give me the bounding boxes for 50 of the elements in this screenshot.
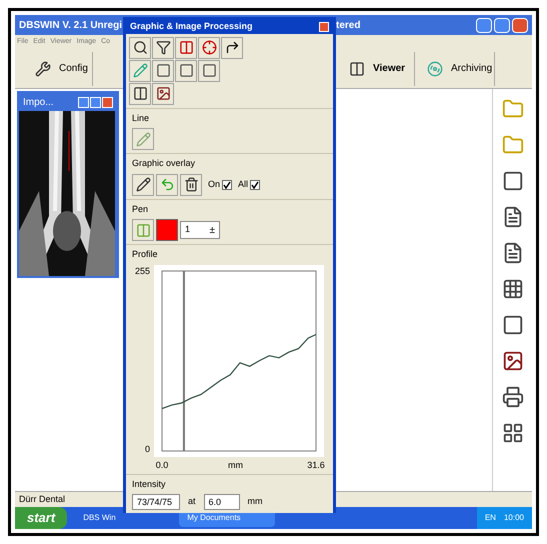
frame-icon[interactable]	[175, 60, 197, 82]
window-title: Impo...	[23, 96, 54, 110]
wrench-icon	[35, 60, 51, 76]
toolbar-button[interactable]: Archiving	[415, 52, 495, 86]
window-title: tered	[336, 18, 360, 32]
axis-tick-label: 0.0	[156, 458, 168, 472]
language-indicator: EN	[484, 512, 496, 524]
checkbox[interactable]	[222, 180, 232, 190]
trash-icon[interactable]	[180, 174, 202, 196]
axis-label: mm	[228, 458, 243, 472]
unit-label: mm	[248, 495, 263, 508]
minimize-button[interactable]	[476, 18, 492, 32]
toolbar-button[interactable]: Config	[23, 52, 93, 86]
section-title: Line	[132, 112, 150, 124]
close-button[interactable]	[319, 22, 329, 32]
corner-icon[interactable]	[221, 36, 243, 58]
dialog-title: Graphic & Image Processing	[130, 20, 253, 33]
frame-icon[interactable]	[152, 60, 174, 82]
brush-icon[interactable]	[132, 174, 154, 196]
crosshair-icon[interactable]	[198, 36, 220, 58]
section-title: Intensity	[132, 478, 167, 491]
close-button[interactable]	[102, 96, 113, 108]
axis-tick-label: 255	[134, 264, 150, 278]
frame-icon[interactable]	[198, 60, 220, 82]
image-icon[interactable]	[152, 82, 174, 104]
maximize-button[interactable]	[90, 96, 101, 108]
maximize-button[interactable]	[494, 18, 510, 32]
close-button[interactable]	[512, 18, 528, 32]
color-swatch[interactable]	[156, 219, 178, 241]
search-icon[interactable]	[129, 36, 151, 58]
section-title: Pen	[132, 202, 150, 216]
start-button[interactable]: start	[15, 507, 68, 529]
checkbox-label: On	[208, 178, 220, 191]
width-spinner[interactable]: 1 ±	[180, 221, 220, 239]
checkbox-label: All	[238, 178, 248, 191]
toolbar-button[interactable]: Viewer	[337, 52, 415, 86]
position-field[interactable]: 6.0	[204, 494, 240, 510]
axis-tick-label: 31.6	[307, 458, 325, 472]
window-title: DBSWIN V. 2.1 Unregi	[19, 18, 122, 32]
section-title: Profile	[132, 248, 159, 261]
disc-icon	[427, 60, 443, 76]
minimize-button[interactable]	[78, 96, 89, 108]
status-text: Dürr Dental	[19, 492, 66, 506]
clock: 10:00	[504, 512, 524, 524]
section-title: Graphic overlay	[132, 157, 196, 170]
checkbox[interactable]	[250, 180, 260, 190]
axis-tick-label: 0	[144, 443, 150, 456]
filter-icon[interactable]	[152, 36, 174, 58]
field-label: at	[188, 495, 196, 508]
intensity-field[interactable]: 73/74/75	[132, 494, 180, 510]
